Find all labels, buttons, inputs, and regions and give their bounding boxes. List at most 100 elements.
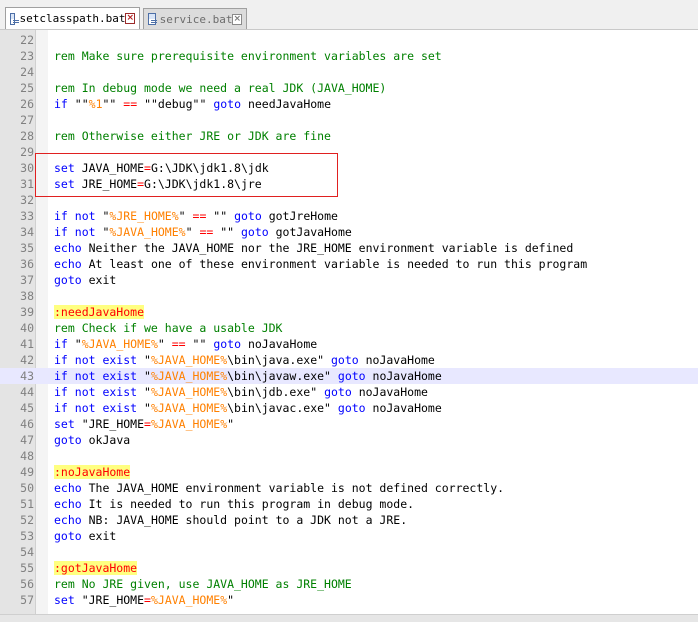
code-token: goto (213, 337, 242, 351)
line-code: echo It is needed to run this program in… (54, 496, 414, 512)
code-token: %1 (88, 97, 103, 111)
line-number: 54 (20, 545, 34, 559)
code-line[interactable]: 54 (0, 544, 698, 560)
code-token: goto (337, 369, 366, 383)
code-token: " (178, 209, 193, 223)
line-code: :needJavaHome (54, 304, 145, 320)
code-line[interactable]: 31 set JRE_HOME=G:\JDK\jdk1.8\jre (0, 176, 698, 192)
code-token: " (74, 337, 82, 351)
code-line[interactable]: 22 (0, 32, 698, 48)
code-line[interactable]: 33 if not "%JRE_HOME%" == "" goto gotJreH… (0, 208, 698, 224)
line-code: if not exist "%JAVA_HOME%\bin\jdb.exe" g… (54, 384, 428, 400)
code-line[interactable]: 51 echo It is needed to run this program … (0, 496, 698, 512)
line-code: echo NB: JAVA_HOME should point to a JDK… (54, 512, 407, 528)
line-number: 44 (20, 385, 34, 399)
code-token: goto (54, 433, 82, 447)
code-token: noJavaHome (241, 337, 318, 351)
code-token: noJavaHome (365, 401, 442, 415)
code-line[interactable]: 40 rem Check if we have a usable JDK (0, 320, 698, 336)
code-line[interactable]: 28 rem Otherwise either JRE or JDK are fi… (0, 128, 698, 144)
code-token: if not (54, 209, 103, 223)
line-number: 46 (20, 417, 34, 431)
code-token: Neither the JAVA_HOME nor the JRE_HOME e… (81, 241, 574, 255)
line-code: goto exit (54, 528, 116, 544)
line-number: 47 (20, 433, 34, 447)
code-token: "JRE_HOME (74, 593, 145, 607)
code-token: exit (81, 529, 117, 543)
code-token: %JAVA_HOME% (109, 225, 186, 239)
code-editor[interactable]: 22 23 rem Make sure prerequisite environme… (0, 30, 698, 614)
code-line[interactable]: 26 if ""%1"" == ""debug"" goto needJavaHo… (0, 96, 698, 112)
code-line[interactable]: 45 if not exist "%JAVA_HOME%\bin\javac.ex… (0, 400, 698, 416)
line-number: 56 (20, 577, 34, 591)
code-line[interactable]: 49 :noJavaHome (0, 464, 698, 480)
code-line[interactable]: 57 set "JRE_HOME=%JAVA_HOME%" (0, 592, 698, 608)
code-line[interactable]: 25 rem In debug mode we need a real JDK (… (0, 80, 698, 96)
close-icon[interactable]: × (125, 13, 135, 24)
code-line[interactable]: 30 set JAVA_HOME=G:\JDK\jdk1.8\jdk (0, 160, 698, 176)
code-line[interactable]: 53 goto exit (0, 528, 698, 544)
code-line[interactable]: 52 echo NB: JAVA_HOME should point to a J… (0, 512, 698, 528)
line-number: 48 (20, 449, 34, 463)
line-number: 39 (20, 305, 34, 319)
code-line[interactable]: 46 set "JRE_HOME=%JAVA_HOME%" (0, 416, 698, 432)
code-line[interactable]: 29 (0, 144, 698, 160)
code-line[interactable]: 48 (0, 448, 698, 464)
line-number: 34 (20, 225, 34, 239)
code-line[interactable]: 23 rem Make sure prerequisite environment… (0, 48, 698, 64)
code-line[interactable]: 38 (0, 288, 698, 304)
line-number: 45 (20, 401, 34, 415)
code-line[interactable]: 32 (0, 192, 698, 208)
code-token: exit (81, 273, 117, 287)
code-token: "" (185, 337, 214, 351)
code-token: == (199, 225, 214, 239)
code-line[interactable]: 37 goto exit (0, 272, 698, 288)
line-number: 30 (20, 161, 34, 175)
code-token: if not exist (54, 385, 145, 399)
code-token: %JAVA_HOME% (150, 401, 228, 415)
line-number: 36 (20, 257, 34, 271)
code-token: echo (54, 241, 82, 255)
code-line[interactable]: 50 echo The JAVA_HOME environment variabl… (0, 480, 698, 496)
line-code: if not "%JAVA_HOME%" == "" goto gotJavaH… (54, 224, 352, 240)
code-token: if (54, 97, 75, 111)
line-number: 42 (20, 353, 34, 367)
tab-label: service.bat (159, 12, 233, 26)
line-code: echo At least one of these environment v… (54, 256, 587, 272)
line-number: 49 (20, 465, 34, 479)
code-line[interactable]: 41 if "%JAVA_HOME%" == "" goto noJavaHome (0, 336, 698, 352)
code-token: == (171, 337, 186, 351)
code-line[interactable]: 55:gotJavaHome (0, 560, 698, 576)
code-line[interactable]: 44 if not exist "%JAVA_HOME%\bin\jdb.exe"… (0, 384, 698, 400)
code-line[interactable]: 56 rem No JRE given, use JAVA_HOME as JRE… (0, 576, 698, 592)
code-token: " (144, 353, 151, 367)
code-token: \bin\java.exe" (227, 353, 331, 367)
line-number: 31 (20, 177, 34, 191)
code-token: :needJavaHome (54, 305, 145, 319)
tab-setclasspath[interactable]: setclasspath.bat × (5, 7, 140, 29)
code-line[interactable]: 27 (0, 112, 698, 128)
tab-service[interactable]: service.bat × (143, 8, 247, 29)
code-line[interactable]: 36 echo At least one of these environment… (0, 256, 698, 272)
code-token: echo (54, 497, 82, 511)
close-icon[interactable]: × (232, 13, 242, 25)
code-line[interactable]: 35 echo Neither the JAVA_HOME nor the JRE… (0, 240, 698, 256)
line-code: if not exist "%JAVA_HOME%\bin\javaw.exe"… (54, 368, 442, 384)
code-token: echo (54, 513, 82, 527)
line-number: 33 (20, 209, 34, 223)
code-line[interactable]: 39 :needJavaHome (0, 304, 698, 320)
code-token: :noJavaHome (54, 465, 131, 479)
code-token: noJavaHome (365, 369, 442, 383)
code-token: gotJavaHome (268, 225, 352, 239)
code-token: if not exist (54, 401, 145, 415)
horizontal-scrollbar[interactable] (0, 614, 698, 622)
code-line[interactable]: 47 goto okJava (0, 432, 698, 448)
code-line[interactable]: 24 (0, 64, 698, 80)
line-number: 32 (20, 193, 34, 207)
code-token: rem Make sure prerequisite environment v… (54, 49, 442, 63)
code-line[interactable]: 43 if not exist "%JAVA_HOME%\bin\javaw.ex… (0, 368, 698, 384)
line-code: if "%JAVA_HOME%" == "" goto noJavaHome (54, 336, 317, 352)
code-token: goto (324, 385, 352, 399)
code-line[interactable]: 42 if not exist "%JAVA_HOME%\bin\java.exe… (0, 352, 698, 368)
code-line[interactable]: 34 if not "%JAVA_HOME%" == "" goto gotJav… (0, 224, 698, 240)
